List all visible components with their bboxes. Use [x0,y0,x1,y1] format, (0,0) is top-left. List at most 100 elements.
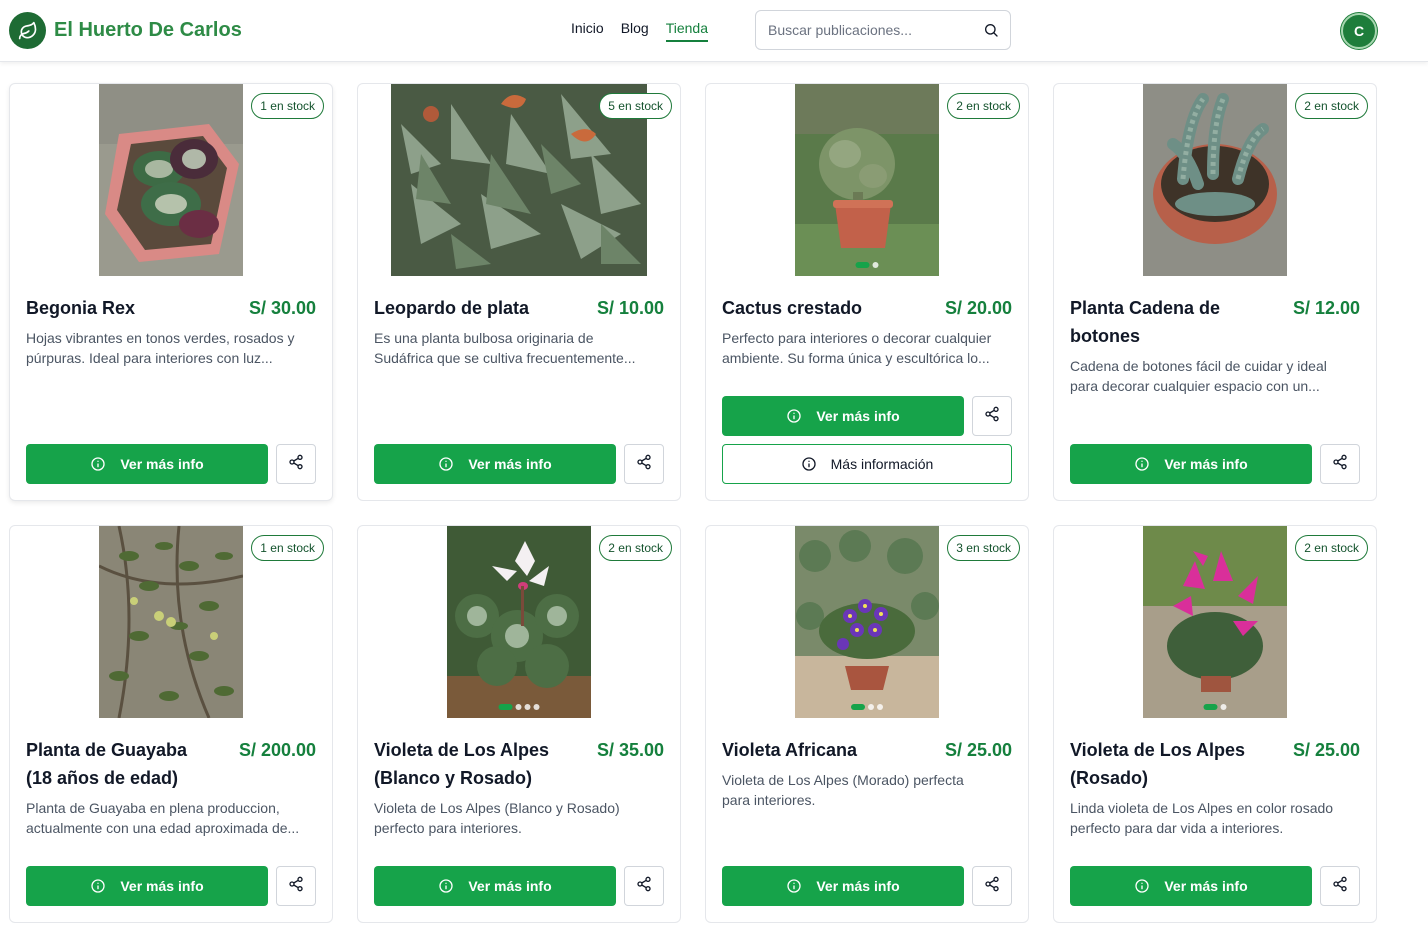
product-title: Cactus crestado [722,298,863,318]
share-button[interactable] [624,444,664,484]
more-info-button[interactable]: Ver más info [1070,444,1312,484]
share-icon [984,406,1000,427]
product-card-violeta-alpes-blanco-rosado: 2 en stock Violeta de Los Alpes (Blanco … [357,525,681,923]
info-icon [786,408,802,424]
nav-tienda[interactable]: Tienda [665,20,709,42]
product-card-violeta-alpes-rosado: 2 en stock Violeta de Los Alpes (Rosado)… [1053,525,1377,923]
stock-badge: 2 en stock [1295,535,1368,561]
description-line: Violeta de Los Alpes (Blanco y Rosado) [374,800,620,816]
product-image[interactable] [1143,526,1287,718]
more-info-button[interactable]: Ver más info [374,444,616,484]
product-card-violeta-africana: 3 en stock Violeta Africana S/ 25.00 Vio… [705,525,1029,923]
user-avatar[interactable]: C [1341,13,1377,49]
title-line: Planta Cadena de [1070,298,1221,318]
stock-badge: 1 en stock [251,93,324,119]
product-description: Planta de Guayaba en plena produccion, a… [26,798,320,838]
product-card-cadena-de-botones: 2 en stock Planta Cadena de botones S/ 1… [1053,83,1377,501]
info-icon [438,456,454,472]
product-image[interactable] [447,526,591,718]
product-description: Hojas vibrantes en tonos verdes, rosados… [26,328,320,368]
more-info-button[interactable]: Ver más info [26,444,268,484]
description-line: Linda violeta de Los Alpes en color rosa… [1070,800,1334,816]
more-info-button[interactable]: Ver más info [722,866,964,906]
more-information-button[interactable]: Más información [722,444,1012,484]
product-image[interactable] [795,84,939,276]
brand-logo[interactable]: El Huerto De Carlos [9,12,242,49]
share-icon [1332,876,1348,897]
product-image[interactable] [99,84,243,276]
button-label: Ver más info [468,456,552,472]
product-description: Perfecto para interiores o decorar cualq… [722,328,1016,368]
product-price: S/ 35.00 [596,740,664,760]
stock-badge: 5 en stock [599,93,672,119]
product-price: S/ 12.00 [1292,298,1360,318]
product-image[interactable] [795,526,939,718]
share-button[interactable] [276,866,316,906]
stock-badge: 2 en stock [1295,93,1368,119]
stock-badge: 2 en stock [947,93,1020,119]
product-card-cactus-crestado: 2 en stock Cactus crestado S/ 20.00 Perf… [705,83,1029,501]
product-card-leopardo-de-plata: 5 en stock Leopardo de plata S/ 10.00 Es… [357,83,681,501]
stock-badge: 2 en stock [599,535,672,561]
share-button[interactable] [1320,444,1360,484]
info-icon [438,878,454,894]
carousel-dots[interactable] [855,262,879,268]
more-info-button[interactable]: Ver más info [374,866,616,906]
share-icon [288,876,304,897]
share-button[interactable] [276,444,316,484]
product-description: Violeta de Los Alpes (Blanco y Rosado) p… [374,798,668,838]
description-line: perfecto para dar vida a interiores. [1070,820,1284,836]
description-line: Violeta de Los Alpes (Morado) perfecta [722,772,964,788]
info-icon [90,456,106,472]
product-image[interactable] [1143,84,1287,276]
product-description: Cadena de botones fácil de cuidar y idea… [1070,356,1364,396]
description-line: actualmente con una edad aproximada de..… [26,820,300,836]
description-line: Planta de Guayaba en plena produccion, [26,800,280,816]
more-info-button[interactable]: Ver más info [722,396,964,436]
product-title: Violeta de Los Alpes (Rosado) [1070,736,1260,792]
nav-inicio[interactable]: Inicio [571,20,604,42]
info-icon [90,878,106,894]
product-title: Violeta Africana [722,740,858,760]
button-label: Ver más info [816,878,900,894]
stock-badge: 3 en stock [947,535,1020,561]
share-button[interactable] [972,866,1012,906]
share-button[interactable] [972,396,1012,436]
share-button[interactable] [1320,866,1360,906]
share-icon [1332,454,1348,475]
button-label: Ver más info [1164,456,1248,472]
more-info-button[interactable]: Ver más info [26,866,268,906]
more-info-button[interactable]: Ver más info [1070,866,1312,906]
info-icon [1134,878,1150,894]
carousel-dots[interactable] [498,704,540,710]
description-line: púrpuras. Ideal para interiores con luz.… [26,350,273,366]
product-title: Violeta de Los Alpes (Blanco y Rosado) [374,736,564,792]
title-line: Violeta de Los Alpes [1070,740,1246,760]
carousel-dots[interactable] [851,704,883,710]
share-button[interactable] [624,866,664,906]
title-line: (Blanco y Rosado) [374,768,533,788]
product-price: S/ 25.00 [1292,740,1360,760]
search-input[interactable] [768,22,968,38]
share-icon [288,454,304,475]
description-line: Cadena de botones fácil de cuidar y idea… [1070,358,1327,374]
nav-blog[interactable]: Blog [621,20,649,42]
leaf-icon [9,12,46,49]
button-label: Ver más info [1164,878,1248,894]
product-image[interactable] [99,526,243,718]
carousel-dots[interactable] [1203,704,1227,710]
button-label: Ver más info [120,456,204,472]
product-price: S/ 200.00 [238,740,316,760]
title-line: (18 años de edad) [26,768,179,788]
main-nav: Inicio Blog Tienda [571,20,725,42]
product-description: Es una planta bulbosa originaria de Sudá… [374,328,668,368]
description-line: Sudáfrica que se cultiva frecuentemente.… [374,350,636,366]
share-icon [984,876,1000,897]
button-label: Ver más info [120,878,204,894]
product-price: S/ 25.00 [944,740,1012,760]
description-line: ambiente. Su forma única y escultórica l… [722,350,990,366]
product-price: S/ 20.00 [944,298,1012,318]
product-price: S/ 30.00 [248,298,316,318]
search-icon[interactable] [983,22,999,43]
product-price: S/ 10.00 [596,298,664,318]
